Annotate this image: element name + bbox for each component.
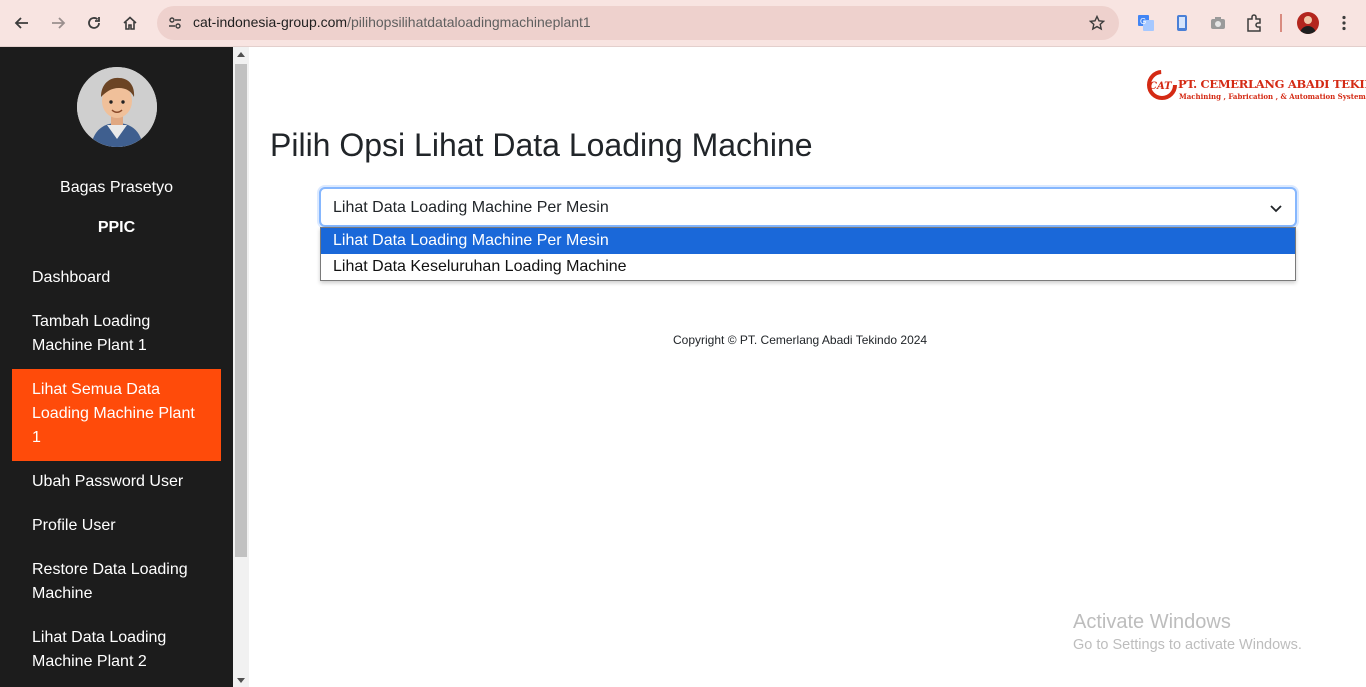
home-icon[interactable] [118, 11, 142, 35]
company-logo: CAT PT. CEMERLANG ABADI TEKINDO Machinin… [1146, 68, 1366, 104]
option-select[interactable]: Lihat Data Loading Machine Per Mesin [319, 187, 1297, 227]
company-name: PT. CEMERLANG ABADI TEKINDO [1178, 77, 1366, 91]
browser-menu-icon[interactable] [1333, 12, 1355, 34]
sidebar-item-ubah-password[interactable]: Ubah Password User [12, 470, 221, 494]
site-settings-icon[interactable] [165, 13, 185, 33]
scrollbar-thumb[interactable] [235, 64, 247, 557]
sidebar-item-lihat-semua-data[interactable]: Lihat Semua Data Loading Machine Plant 1 [12, 369, 221, 461]
chevron-down-icon [1270, 205, 1282, 213]
sidebar-item-profile-user[interactable]: Profile User [12, 514, 221, 538]
copyright-text: Copyright © PT. Cemerlang Abadi Tekindo … [673, 333, 928, 347]
user-role: PPIC [97, 219, 136, 236]
phone-extension-icon[interactable] [1171, 12, 1193, 34]
bookmark-star-icon[interactable] [1087, 13, 1107, 33]
svg-text:G: G [1140, 17, 1146, 26]
select-dropdown-list: Lihat Data Loading Machine Per Mesin Lih… [320, 227, 1296, 281]
reload-icon[interactable] [82, 11, 106, 35]
camera-extension-icon[interactable] [1207, 12, 1229, 34]
translate-extension-icon[interactable]: G [1135, 12, 1157, 34]
back-arrow-icon[interactable] [10, 11, 34, 35]
company-tagline: Machining , Fabrication , & Automation S… [1179, 92, 1366, 101]
windows-activation-subtitle: Go to Settings to activate Windows. [1073, 637, 1302, 653]
select-option-keseluruhan[interactable]: Lihat Data Keseluruhan Loading Machine [321, 254, 1295, 280]
browser-toolbar: cat-indonesia-group.com/pilihopsilihatda… [0, 0, 1366, 47]
toolbar-divider [1280, 14, 1282, 32]
page-title: Pilih Opsi Lihat Data Loading Machine [270, 127, 813, 163]
profile-avatar-icon[interactable] [1297, 12, 1319, 34]
select-value: Lihat Data Loading Machine Per Mesin [333, 199, 609, 216]
scroll-up-arrow-icon[interactable] [237, 52, 245, 57]
forward-arrow-icon[interactable] [46, 11, 70, 35]
sidebar-item-tambah-loading[interactable]: Tambah Loading Machine Plant 1 [12, 310, 221, 358]
extensions-puzzle-icon[interactable] [1243, 12, 1265, 34]
sidebar-item-plant-2[interactable]: Lihat Data Loading Machine Plant 2 [12, 626, 221, 674]
sidebar: Bagas Prasetyo PPIC Dashboard Tambah Loa… [0, 47, 233, 687]
scroll-down-arrow-icon[interactable] [237, 678, 245, 683]
windows-activation-title: Activate Windows [1073, 611, 1231, 633]
user-avatar [77, 67, 157, 147]
address-bar[interactable]: cat-indonesia-group.com/pilihopsilihatda… [157, 6, 1119, 40]
svg-text:CAT: CAT [1149, 81, 1173, 92]
sidebar-item-restore-data[interactable]: Restore Data Loading Machine [12, 558, 221, 606]
sidebar-item-dashboard[interactable]: Dashboard [12, 266, 221, 290]
sidebar-scrollbar[interactable] [233, 47, 249, 687]
url-text: cat-indonesia-group.com/pilihopsilihatda… [193, 14, 591, 30]
user-name: Bagas Prasetyo [60, 179, 173, 196]
select-option-per-mesin[interactable]: Lihat Data Loading Machine Per Mesin [321, 228, 1295, 254]
cat-logo-mark-icon: CAT [1147, 70, 1177, 100]
